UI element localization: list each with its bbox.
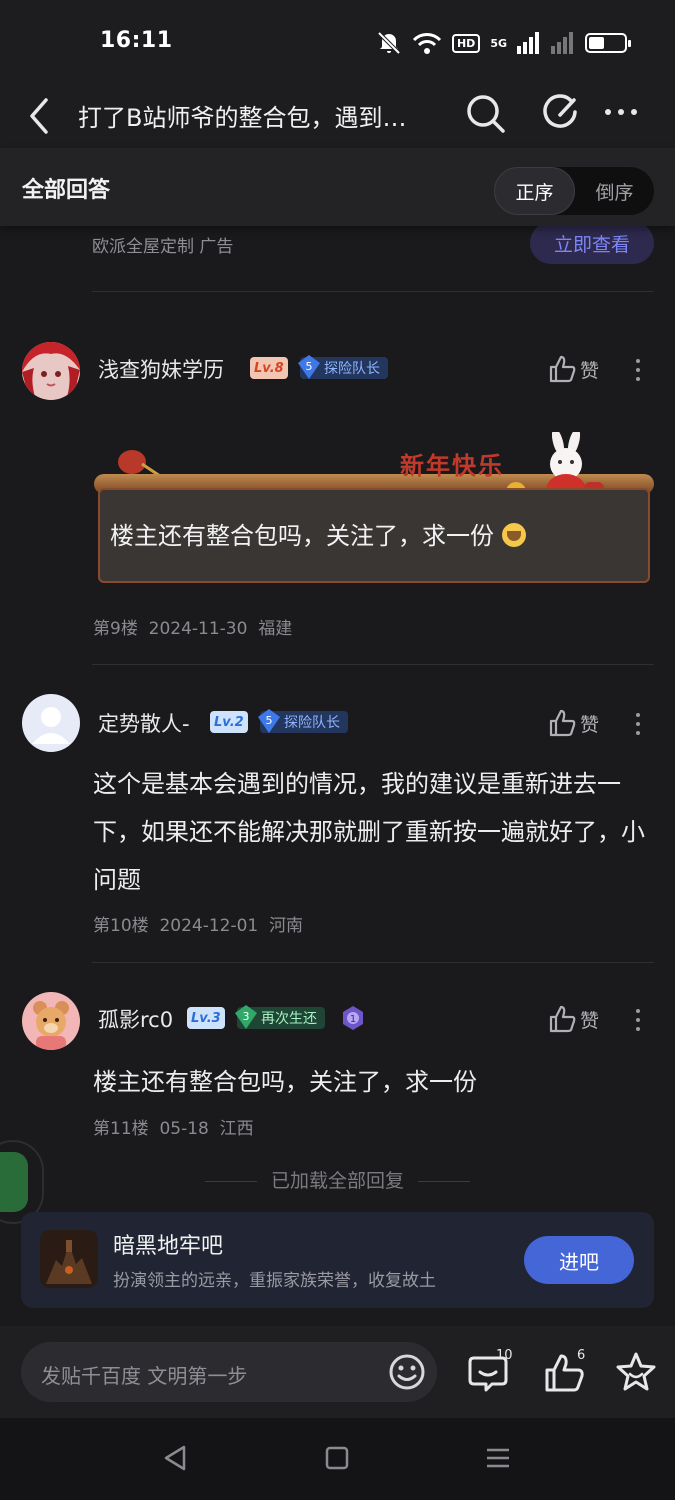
username[interactable]: 孤影rc0 bbox=[98, 1004, 173, 1034]
signal-weak-icon bbox=[551, 32, 573, 54]
answers-section-bar: 全部回答 正序 倒序 bbox=[0, 148, 675, 226]
like-label: 赞 bbox=[580, 1009, 600, 1032]
sort-descending-option[interactable]: 倒序 bbox=[575, 167, 654, 215]
status-bar: 16:11 HD 5G bbox=[0, 0, 675, 88]
post-content: 楼主还有整合包吗，关注了，求一份 bbox=[110, 516, 526, 551]
sort-toggle[interactable]: 正序 倒序 bbox=[494, 167, 654, 215]
level-badge: Lv.2 bbox=[210, 711, 248, 733]
like-label: 赞 bbox=[580, 359, 600, 382]
username[interactable]: 定势散人- bbox=[98, 708, 190, 738]
avatar[interactable] bbox=[22, 992, 80, 1050]
svg-text:3: 3 bbox=[243, 1010, 250, 1023]
like-button[interactable]: 赞 bbox=[548, 1004, 599, 1034]
emoji-icon[interactable] bbox=[387, 1352, 427, 1392]
sort-ascending-option[interactable]: 正序 bbox=[494, 167, 575, 215]
forum-card[interactable]: 暗黑地牢吧 扮演领主的远亲，重振家族荣誉，收复故土 进吧 bbox=[21, 1212, 654, 1308]
like-count: 6 bbox=[577, 1348, 586, 1363]
mute-icon bbox=[377, 31, 401, 55]
star-icon[interactable] bbox=[614, 1350, 658, 1394]
hd-icon: HD bbox=[451, 33, 481, 53]
post-more-icon[interactable] bbox=[628, 710, 648, 738]
svg-text:5: 5 bbox=[306, 360, 313, 373]
battery-icon bbox=[585, 33, 631, 53]
nav-home-icon[interactable] bbox=[324, 1444, 350, 1472]
post-meta: 第11楼 05-18 江西 bbox=[93, 1114, 254, 1139]
post-location: 江西 bbox=[219, 1119, 254, 1139]
post-date: 2024-11-30 bbox=[148, 619, 248, 639]
system-navigation-bar bbox=[0, 1418, 675, 1500]
bottom-action-bar: 发贴千百度 文明第一步 10 6 bbox=[0, 1326, 675, 1418]
post-meta: 第10楼 2024-12-01 河南 bbox=[93, 911, 303, 936]
reply-input-placeholder: 发贴千百度 文明第一步 bbox=[41, 1364, 248, 1388]
post-location: 河南 bbox=[269, 916, 304, 936]
comment-count: 10 bbox=[496, 1348, 513, 1363]
like-button[interactable]: 赞 bbox=[548, 708, 599, 738]
ad-view-button[interactable]: 立即查看 bbox=[530, 222, 654, 264]
title-badge: 3 再次生还 bbox=[235, 1005, 325, 1029]
wifi-icon bbox=[412, 33, 442, 54]
like-button[interactable]: 赞 bbox=[548, 354, 599, 384]
signal-icon bbox=[517, 32, 539, 54]
more-options-icon[interactable] bbox=[598, 90, 644, 136]
thumbs-up-icon bbox=[549, 709, 576, 737]
level-badge: Lv.3 bbox=[187, 1007, 225, 1029]
floor-number: 第10楼 bbox=[93, 916, 149, 936]
diamond-badge-icon: 3 bbox=[235, 1005, 257, 1029]
svg-text:1: 1 bbox=[350, 1014, 356, 1025]
post-more-icon[interactable] bbox=[628, 356, 648, 384]
post-more-icon[interactable] bbox=[628, 1006, 648, 1034]
level-badge: Lv.8 bbox=[250, 357, 288, 379]
svg-text:5: 5 bbox=[266, 714, 273, 727]
post-content: 这个是基本会遇到的情况，我的建议是重新进去一下，如果还不能解决那就删了重新按一遍… bbox=[93, 770, 645, 894]
reply-input[interactable]: 发贴千百度 文明第一步 bbox=[21, 1342, 437, 1402]
forum-name: 暗黑地牢吧 bbox=[113, 1234, 224, 1259]
post-content: 楼主还有整合包吗，关注了，求一份 bbox=[93, 1068, 477, 1096]
title-badge: 5 探险队长 bbox=[298, 355, 388, 379]
all-replies-loaded: 已加载全部回复 bbox=[0, 1166, 675, 1193]
ad-source: 欧派全屋定制 广告 bbox=[92, 237, 234, 257]
crying-emoji-icon bbox=[501, 523, 526, 547]
title-badge-label: 再次生还 bbox=[261, 1011, 317, 1027]
all-answers-label: 全部回答 bbox=[22, 178, 111, 203]
like-label: 赞 bbox=[580, 713, 600, 736]
thread-title[interactable]: 打了B站师爷的整合包，遇到… bbox=[78, 98, 448, 133]
back-arrow-icon[interactable] bbox=[26, 94, 56, 138]
username[interactable]: 浅查狗妹学历 bbox=[98, 354, 224, 384]
floor-number: 第11楼 bbox=[93, 1119, 149, 1139]
status-time: 16:11 bbox=[100, 28, 173, 53]
divider bbox=[92, 962, 654, 963]
post-location: 福建 bbox=[258, 619, 293, 639]
search-icon[interactable] bbox=[462, 90, 508, 136]
enter-forum-button[interactable]: 进吧 bbox=[524, 1236, 634, 1284]
top-header: 打了B站师爷的整合包，遇到… bbox=[0, 88, 675, 148]
post-date: 05-18 bbox=[159, 1119, 209, 1139]
avatar[interactable] bbox=[22, 694, 80, 752]
nav-back-icon[interactable] bbox=[162, 1444, 188, 1472]
title-badge-label: 探险队长 bbox=[284, 715, 340, 731]
nav-recents-icon[interactable] bbox=[484, 1444, 512, 1472]
medal-badge-icon: 1 bbox=[343, 1006, 363, 1030]
edit-icon[interactable] bbox=[538, 90, 584, 136]
forum-description: 扮演领主的远亲，重振家族荣誉，收复故土 bbox=[113, 1271, 436, 1291]
floor-number: 第9楼 bbox=[93, 619, 138, 639]
avatar[interactable] bbox=[22, 342, 80, 400]
thumbs-up-icon bbox=[549, 1005, 576, 1033]
thumbs-up-icon bbox=[549, 355, 576, 383]
network-label: 5G bbox=[490, 36, 507, 50]
status-icons: HD 5G bbox=[376, 30, 631, 56]
ad-item: 欧派全屋定制 广告 立即查看 bbox=[92, 222, 654, 266]
title-badge-label: 探险队长 bbox=[324, 361, 380, 377]
divider bbox=[92, 664, 654, 665]
divider bbox=[92, 291, 654, 292]
post-meta: 第9楼 2024-11-30 福建 bbox=[93, 614, 292, 639]
diamond-badge-icon: 5 bbox=[258, 709, 280, 733]
title-badge: 5 探险队长 bbox=[258, 709, 348, 733]
diamond-badge-icon: 5 bbox=[298, 355, 320, 379]
new-year-comment-bubble: 新年快乐 楼主还有整合包吗，关注了，求一份 bbox=[94, 432, 654, 587]
post-date: 2024-12-01 bbox=[159, 916, 259, 936]
forum-avatar bbox=[40, 1230, 98, 1288]
